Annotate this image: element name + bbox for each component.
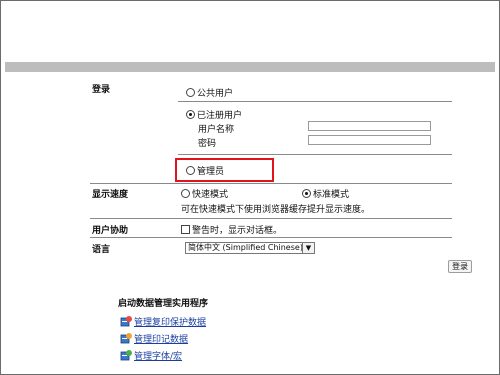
username-field[interactable] bbox=[308, 121, 431, 131]
public-user-label: 公共用户 bbox=[197, 89, 234, 99]
fast-mode-radio[interactable] bbox=[181, 189, 190, 198]
utility-link-stamp[interactable]: 管理印记数据 bbox=[134, 332, 188, 345]
user-assist-label: 用户协助 bbox=[92, 226, 129, 236]
section-divider-2 bbox=[90, 218, 452, 219]
username-label: 用户名称 bbox=[198, 125, 235, 135]
chevron-down-icon[interactable]: ▼ bbox=[302, 243, 314, 253]
standard-mode-label: 标准模式 bbox=[313, 190, 350, 200]
header-bar bbox=[5, 62, 495, 72]
warning-dialog-checkbox[interactable] bbox=[181, 225, 190, 234]
utilities-title: 启动数据管理实用程序 bbox=[118, 299, 209, 309]
display-speed-label: 显示速度 bbox=[92, 190, 129, 200]
font-macro-icon bbox=[120, 350, 132, 361]
section-divider-3 bbox=[90, 237, 452, 238]
public-user-radio[interactable] bbox=[186, 88, 195, 97]
admin-divider bbox=[178, 154, 452, 155]
language-select[interactable]: 简体中文 (Simplified Chinese) ▼ bbox=[185, 242, 315, 254]
password-field[interactable] bbox=[308, 135, 431, 145]
section-divider-1 bbox=[90, 183, 452, 184]
standard-mode-option[interactable]: 标准模式 bbox=[302, 187, 349, 200]
language-label: 语言 bbox=[92, 245, 111, 255]
login-divider bbox=[178, 101, 452, 102]
administrator-radio[interactable] bbox=[186, 166, 195, 175]
registered-user-label: 已注册用户 bbox=[197, 111, 243, 121]
language-selected-value: 简体中文 (Simplified Chinese) bbox=[188, 243, 303, 252]
page-frame bbox=[0, 0, 500, 375]
warning-dialog-label: 警告时，显示对话框。 bbox=[192, 226, 283, 236]
registered-user-option[interactable]: 已注册用户 bbox=[186, 108, 242, 121]
utility-link-font-macro[interactable]: 管理字体/宏 bbox=[134, 349, 182, 362]
warning-dialog-option[interactable]: 警告时，显示对话框。 bbox=[181, 223, 282, 236]
login-section-label: 登录 bbox=[92, 85, 111, 95]
password-label: 密码 bbox=[198, 139, 217, 149]
copy-protect-icon bbox=[120, 316, 132, 327]
fast-mode-option[interactable]: 快速模式 bbox=[181, 187, 228, 200]
administrator-label: 管理员 bbox=[197, 167, 225, 177]
fast-mode-label: 快速模式 bbox=[192, 190, 229, 200]
registered-user-radio[interactable] bbox=[186, 110, 195, 119]
utility-link-copy-protect[interactable]: 管理复印保护数据 bbox=[134, 315, 206, 328]
standard-mode-radio[interactable] bbox=[302, 189, 311, 198]
administrator-option[interactable]: 管理员 bbox=[186, 164, 224, 177]
stamp-icon bbox=[120, 333, 132, 344]
display-speed-note: 可在快速模式下使用浏览器缓存提升显示速度。 bbox=[181, 205, 371, 215]
public-user-option[interactable]: 公共用户 bbox=[186, 86, 233, 99]
login-button[interactable]: 登录 bbox=[448, 260, 472, 273]
